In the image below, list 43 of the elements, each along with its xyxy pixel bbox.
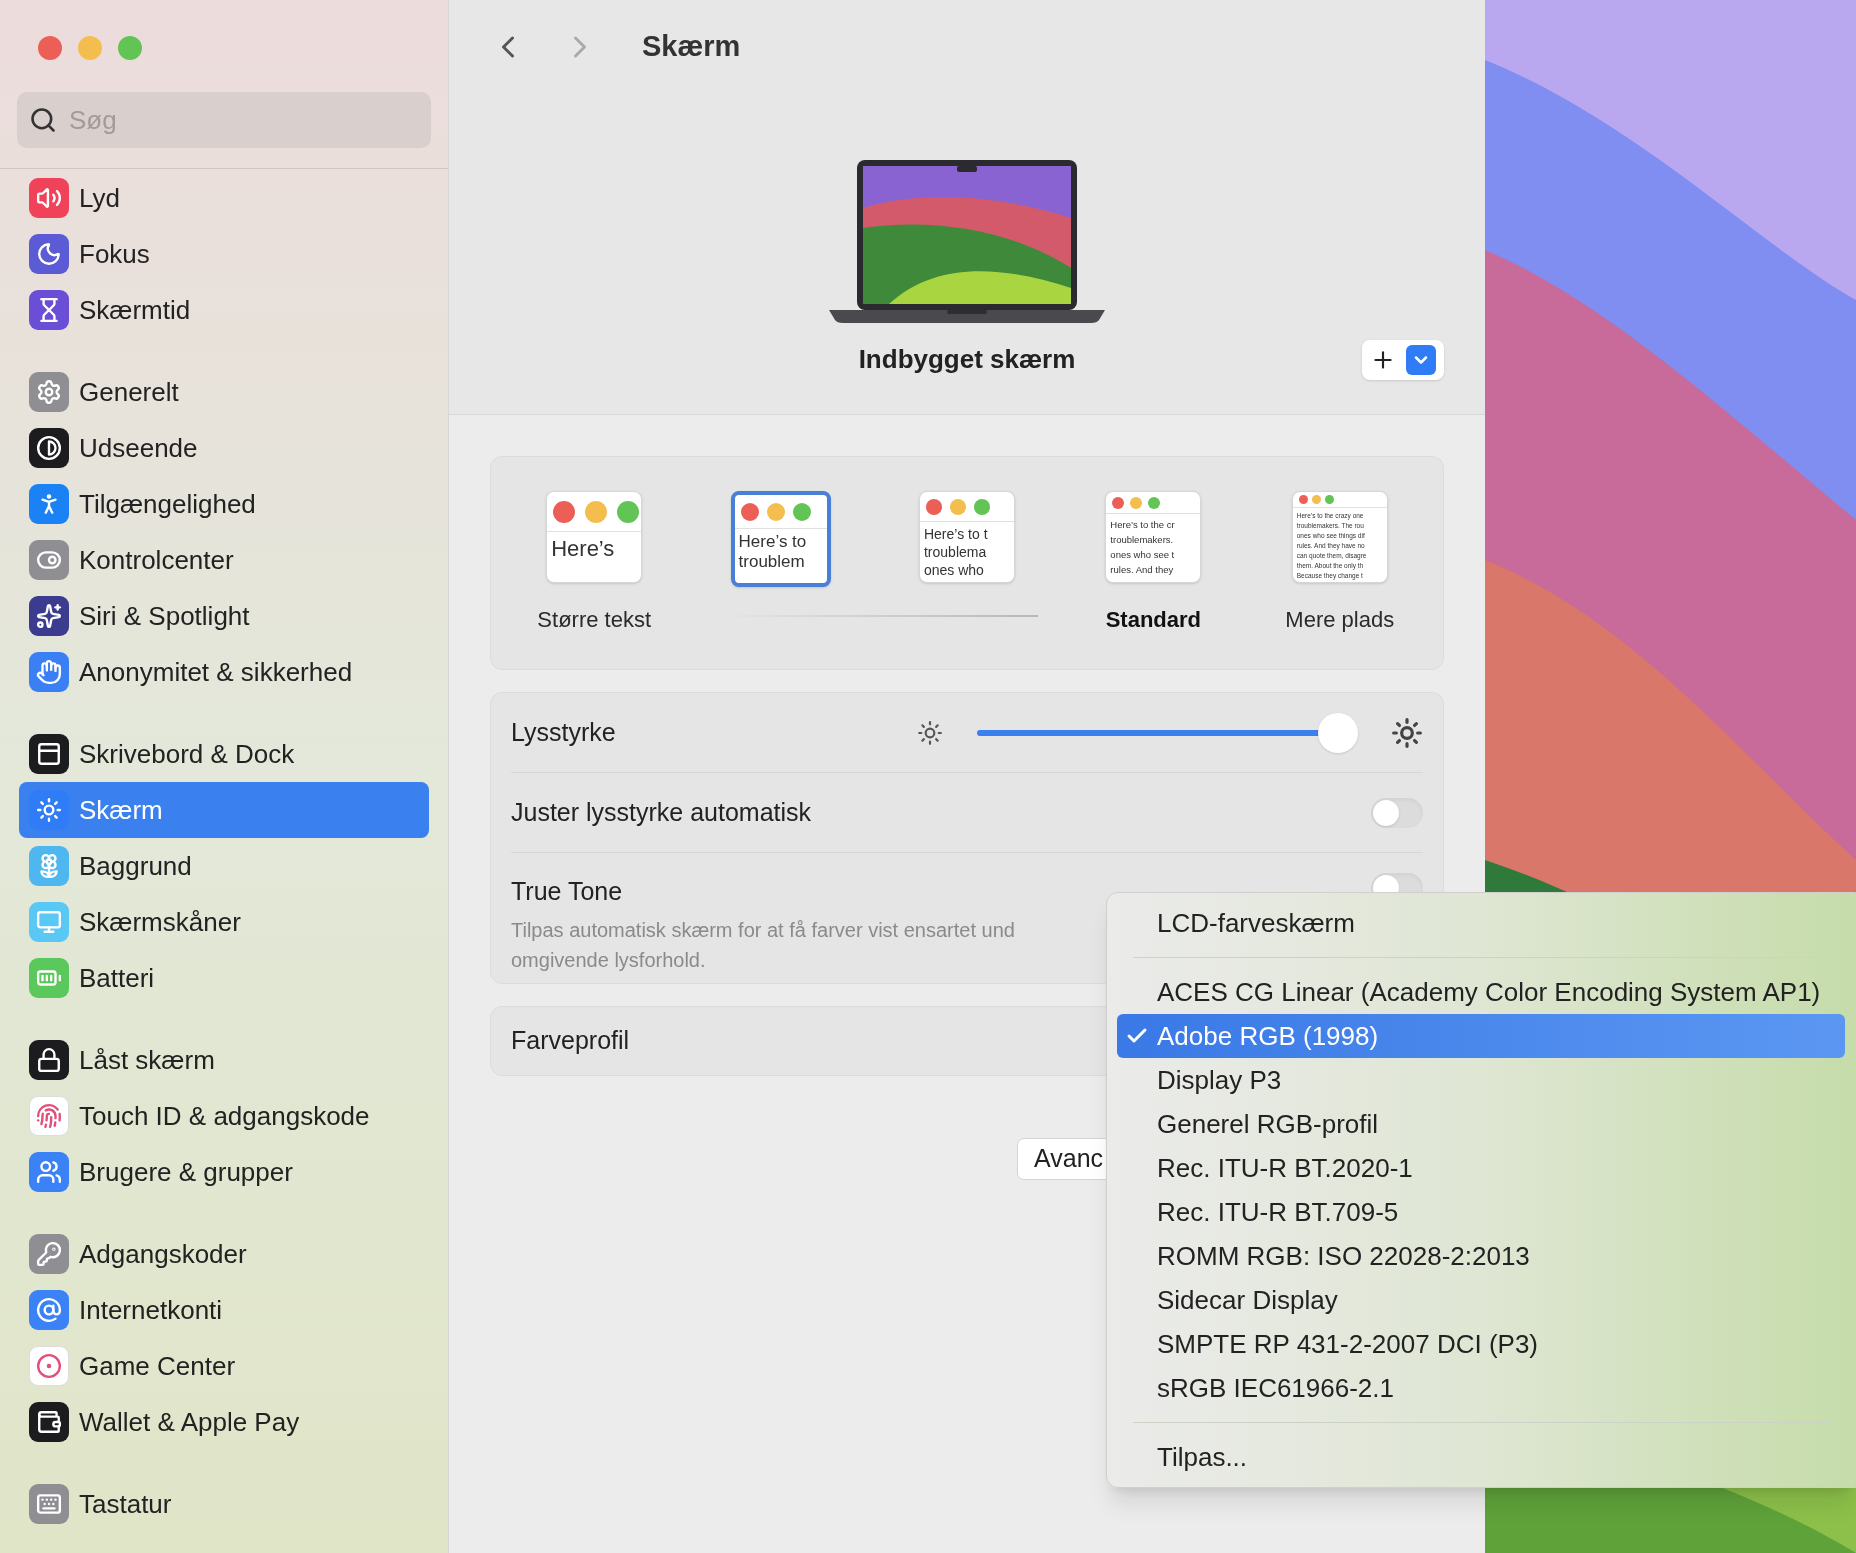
sidebar-item-label: Batteri	[79, 961, 155, 995]
resolution-label: Mere plads	[1285, 606, 1395, 634]
sidebar-item-label: Touch ID & adgangskode	[79, 1099, 370, 1133]
sidebar-item-label: Fokus	[79, 237, 150, 271]
window-title: Skærm	[642, 29, 741, 65]
sidebar-item-label: Låst skærm	[79, 1043, 215, 1077]
resolution-label: Standard	[1105, 606, 1202, 634]
sample-text: Here’s to	[738, 532, 807, 552]
sidebar-item-label: Siri & Spotlight	[79, 599, 250, 633]
sidebar-item-label: Kontrolcenter	[79, 543, 234, 577]
sidebar-item-label: Skærm	[79, 793, 163, 827]
sample-text: troublema	[923, 543, 987, 561]
sample-text: Here’s to the cr	[1110, 518, 1175, 532]
sidebar-item-label: Game Center	[79, 1349, 236, 1383]
sidebar-item-label: Baggrund	[79, 849, 192, 883]
sidebar-item-label: Wallet & Apple Pay	[79, 1405, 300, 1439]
sample-text: Here’s	[551, 535, 615, 563]
sample-text: rules. And they	[1110, 563, 1174, 577]
sidebar-item-label: Skrivebord & Dock	[79, 737, 295, 771]
sidebar-item-label: Skærmskåner	[79, 905, 241, 939]
sidebar-item-label: Tilgængelighed	[79, 487, 256, 521]
sidebar-item-label: Lyd	[79, 181, 120, 215]
sidebar-item-label: Brugere & grupper	[79, 1155, 293, 1189]
row-label: Juster lysstyrke automatisk	[511, 796, 812, 828]
row-label: Lysstyrke	[511, 716, 616, 748]
row-description: Tilpas automatisk skærm for at få farver vist ensartet und	[511, 917, 1015, 943]
row-label: True Tone	[511, 876, 624, 907]
row-description: omgivende lysforhold.	[511, 947, 707, 973]
sidebar-item-label: Generelt	[79, 375, 179, 409]
sample-text: ones who see t	[1110, 548, 1175, 562]
sidebar-item-label: Skærmtid	[79, 293, 191, 327]
sidebar-item-label: Internetkonti	[79, 1293, 223, 1327]
sample-text: troublem	[738, 552, 805, 572]
display-name: Indbygget skærm	[858, 343, 1076, 376]
row-label: Farveprofil	[511, 1025, 630, 1057]
sidebar-item-label: Tastatur	[79, 1487, 172, 1521]
sample-text: Here’s to t	[923, 525, 988, 543]
resolution-label: Større tekst	[537, 606, 652, 634]
sample-text: troublemakers.	[1110, 533, 1174, 547]
sample-text: ones who	[923, 561, 984, 579]
sidebar-item-label: Anonymitet & sikkerhed	[79, 655, 353, 689]
sidebar-item-label: Adgangskoder	[79, 1237, 247, 1271]
sidebar-item-label: Udseende	[79, 431, 198, 465]
